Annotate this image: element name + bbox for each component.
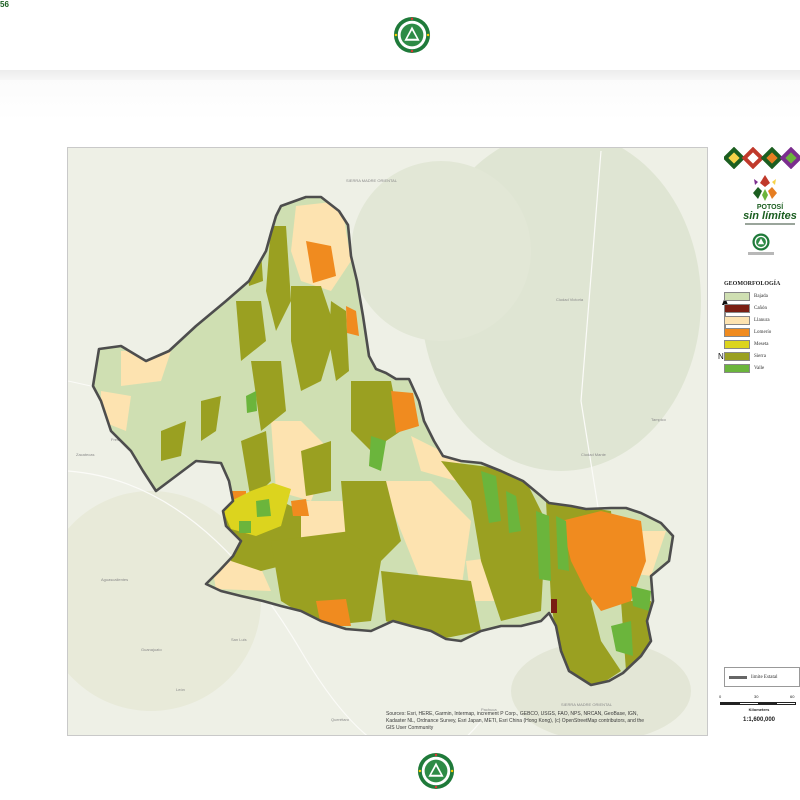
background-label: SIERRA MADRE ORIENTAL bbox=[346, 178, 398, 183]
map-attribution: Kadaster NL, Ordnance Survey, Esri Japan… bbox=[386, 718, 644, 724]
map-side-panel: N POTOSÍ sin límites GEOMORFOLOGÍA Bajad… bbox=[718, 147, 800, 737]
background-label: Guanajuato bbox=[141, 647, 162, 652]
legend-item: Meseta bbox=[724, 339, 800, 349]
boundary-line-swatch bbox=[729, 675, 747, 679]
map-attribution: Sources: Esri, HERE, Garmin, Intermap, i… bbox=[386, 711, 638, 717]
header-shadow bbox=[0, 80, 800, 120]
legend-label: Lomerío bbox=[754, 329, 772, 335]
legend-swatch bbox=[724, 363, 750, 373]
legend-swatch bbox=[724, 327, 750, 337]
unit-lomerio bbox=[291, 499, 309, 516]
scale-ratio: 1:1,600,000 bbox=[742, 717, 776, 723]
brand-wordmark: POTOSÍ sin límites bbox=[740, 204, 800, 226]
legend-label: Bajada bbox=[754, 293, 768, 299]
legend-item: Valle bbox=[724, 363, 800, 373]
background-label: San Luis bbox=[231, 637, 247, 642]
unit-canon bbox=[551, 599, 557, 613]
brand-logo-icon bbox=[753, 175, 777, 201]
header-divider bbox=[0, 70, 800, 80]
legend-label: Llanura bbox=[754, 317, 770, 323]
scale-tick: 60 bbox=[790, 694, 795, 699]
legend-title: GEOMORFOLOGÍA bbox=[724, 281, 781, 287]
legend-item: Bajada bbox=[724, 291, 800, 301]
background-label: Ciudad Mante bbox=[581, 452, 607, 457]
boundary-legend-label: limite Estatal bbox=[751, 674, 778, 680]
background-label: Aguascalientes bbox=[101, 577, 128, 582]
background-label: Ciudad Victoria bbox=[556, 297, 584, 302]
scale-tick: 30 bbox=[754, 694, 759, 699]
brand-tagline-bar bbox=[740, 223, 800, 226]
background-label: Querétaro bbox=[331, 717, 350, 722]
legend-swatch bbox=[724, 315, 750, 325]
scale-tick-labels: 0 30 60 bbox=[718, 694, 800, 702]
legend-item: Cañón bbox=[724, 303, 800, 313]
legend-label: Sierra bbox=[754, 353, 766, 359]
legend: GEOMORFOLOGÍA Bajada Cañón Llanura Lomer… bbox=[724, 281, 800, 375]
scale-tick: 0 bbox=[719, 694, 722, 699]
seal-caption-bar bbox=[748, 252, 774, 255]
legend-label: Valle bbox=[754, 365, 765, 371]
unit-valle bbox=[239, 521, 251, 533]
basemap-mountains bbox=[351, 161, 531, 341]
legend-label: Cañón bbox=[754, 305, 768, 311]
scale-bar-block: 0 30 60 Kilometers 1:1,600,000 bbox=[718, 694, 800, 734]
background-label: León bbox=[176, 687, 185, 692]
legend-item: Llanura bbox=[724, 315, 800, 325]
legend-swatch bbox=[724, 291, 750, 301]
legend-swatch bbox=[724, 351, 750, 361]
government-seal-icon bbox=[417, 752, 455, 790]
government-seal-icon bbox=[393, 16, 431, 54]
scale-unit: Kilometers bbox=[748, 707, 770, 712]
map-attribution: GIS User Community bbox=[386, 725, 434, 731]
pattern-strip-icon bbox=[724, 147, 800, 169]
legend-swatch bbox=[724, 303, 750, 313]
legend-item: Sierra bbox=[724, 351, 800, 361]
state-map: SIERRA MADRE ORIENTAL SIERRA MADRE ORIEN… bbox=[68, 148, 707, 735]
map-frame: SIERRA MADRE ORIENTAL SIERRA MADRE ORIEN… bbox=[67, 147, 708, 736]
background-label: SIERRA MADRE ORIENTAL bbox=[561, 702, 613, 707]
boundary-legend: limite Estatal bbox=[724, 667, 800, 687]
legend-label: Meseta bbox=[754, 341, 769, 347]
unit-valle bbox=[256, 499, 271, 517]
background-label: Zacatecas bbox=[76, 452, 94, 457]
scale-bar bbox=[720, 702, 796, 705]
brand-subtitle: sin límites bbox=[743, 210, 797, 222]
legend-swatch bbox=[724, 339, 750, 349]
background-label: Tampico bbox=[651, 417, 667, 422]
government-seal-icon bbox=[752, 233, 770, 251]
legend-item: Lomerío bbox=[724, 327, 800, 337]
page-number: 56 bbox=[0, 0, 9, 9]
